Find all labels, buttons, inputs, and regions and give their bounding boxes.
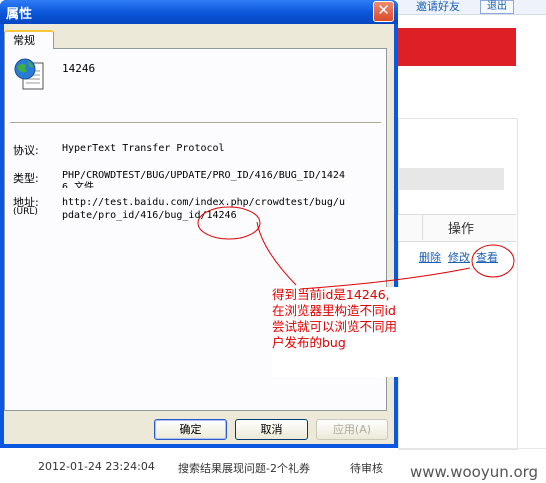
id-circle <box>197 206 261 240</box>
annotation-strokes <box>197 206 515 290</box>
tab-general[interactable]: 常规 <box>4 30 54 49</box>
view-circle <box>471 244 515 278</box>
watermark: www.wooyun.org <box>410 463 539 481</box>
pointer-line-right <box>299 267 471 290</box>
pointer-line-left <box>256 221 297 286</box>
